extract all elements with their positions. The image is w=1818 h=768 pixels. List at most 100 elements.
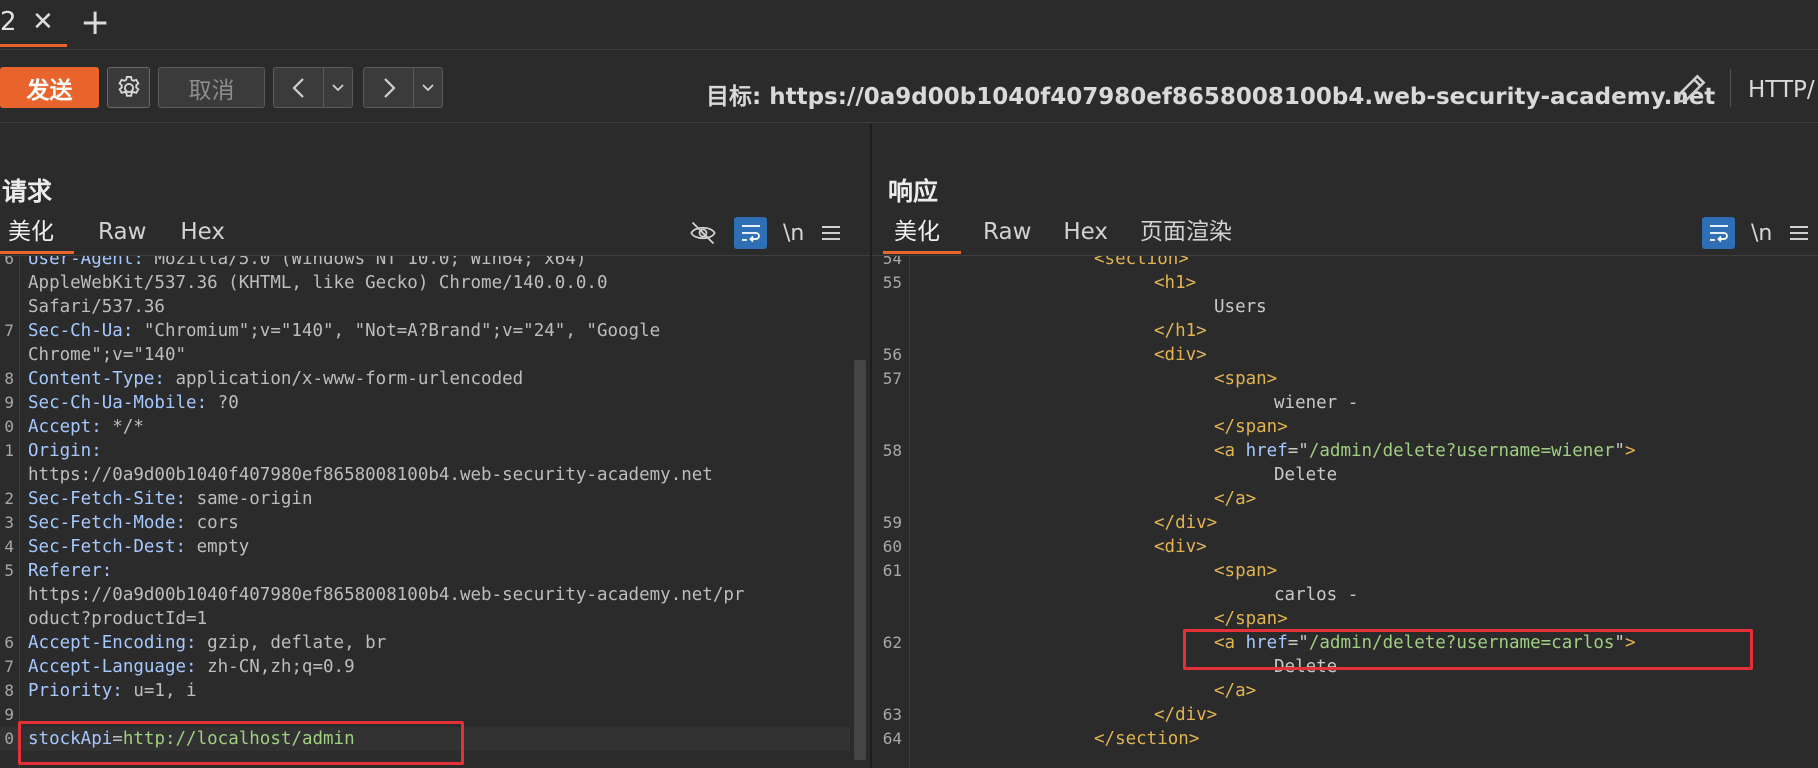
line-code: Referer: xyxy=(28,561,113,581)
request-tab-pretty[interactable]: 美化 xyxy=(0,214,74,254)
line-code: </div> xyxy=(1154,705,1218,725)
pencil-icon xyxy=(1676,74,1706,104)
line-number: 0 xyxy=(4,417,14,436)
line-code: https://0a9d00b1040f407980ef8658008100b4… xyxy=(28,585,745,605)
line-number: 2 xyxy=(4,489,14,508)
response-tab-raw[interactable]: Raw xyxy=(973,214,1041,254)
line-code: Chrome";v="140" xyxy=(28,345,187,365)
response-line: </a> xyxy=(872,487,1818,511)
menu-button[interactable] xyxy=(1788,217,1810,249)
line-code: </a> xyxy=(1214,489,1257,509)
line-number: 8 xyxy=(4,369,14,388)
line-number: 58 xyxy=(882,441,902,460)
line-number: 4 xyxy=(4,537,14,556)
line-code: <div> xyxy=(1154,537,1207,557)
line-code: <span> xyxy=(1214,561,1278,581)
show-newlines-button[interactable]: \n xyxy=(783,217,804,249)
back-button[interactable] xyxy=(273,67,324,108)
request-line: 6 User-Agent: Mozilla/5.0 (Windows NT 10.… xyxy=(0,256,850,271)
request-line: Chrome";v="140" xyxy=(0,343,850,367)
line-number: 59 xyxy=(882,513,902,532)
response-line: </h1> xyxy=(872,319,1818,343)
response-line: carlos - xyxy=(872,583,1818,607)
wrap-lines-button[interactable] xyxy=(1702,217,1735,249)
response-line: 56 <div> xyxy=(872,343,1818,367)
request-tab-raw[interactable]: Raw xyxy=(88,214,156,254)
request-line: https://0a9d00b1040f407980ef8658008100b4… xyxy=(0,583,850,607)
forward-history-dropdown[interactable] xyxy=(414,67,443,108)
wrap-icon xyxy=(1709,225,1728,243)
show-newlines-button[interactable]: \n xyxy=(1751,217,1772,249)
wrap-lines-button[interactable] xyxy=(734,217,767,249)
menu-button[interactable] xyxy=(820,217,842,249)
line-code: Origin: xyxy=(28,441,102,461)
request-scrollbar[interactable] xyxy=(854,360,866,760)
line-code: Accept: */* xyxy=(28,417,144,437)
line-code: oduct?productId=1 xyxy=(28,609,208,629)
response-line: wiener - xyxy=(872,391,1818,415)
request-title: 请求 xyxy=(2,177,53,206)
http-version-selector[interactable]: HTTP/ xyxy=(1748,77,1815,103)
line-number: 63 xyxy=(882,705,902,724)
hide-non-printable-button[interactable] xyxy=(688,217,718,249)
line-number: 6 xyxy=(4,633,14,652)
line-number: 60 xyxy=(882,537,902,556)
line-code: Delete xyxy=(1274,465,1338,485)
close-icon[interactable]: ✕ xyxy=(32,9,54,35)
response-tab-hex[interactable]: Hex xyxy=(1053,214,1118,254)
line-number: 61 xyxy=(882,561,902,580)
response-line: </a> xyxy=(872,679,1818,703)
response-tools: \n xyxy=(1686,216,1810,250)
line-number: 56 xyxy=(882,345,902,364)
line-number: 9 xyxy=(4,393,14,412)
line-number: 57 xyxy=(882,369,902,388)
response-line: 60 <div> xyxy=(872,535,1818,559)
line-code: wiener - xyxy=(1274,393,1359,413)
request-line: https://0a9d00b1040f407980ef8658008100b4… xyxy=(0,463,850,487)
response-editor[interactable]: 54 <section> 55 <h1> Users </h1> 56 <div> 57 <spa… xyxy=(872,256,1818,768)
request-tools: \n xyxy=(672,216,842,250)
tab-bar: 2 ✕ + xyxy=(0,0,1818,50)
hamburger-menu-icon xyxy=(1790,226,1809,240)
edit-target-button[interactable] xyxy=(1672,70,1710,112)
settings-button[interactable] xyxy=(107,67,150,108)
line-code: <div> xyxy=(1154,345,1207,365)
line-code: <section> xyxy=(1094,256,1189,269)
response-line: 55 <h1> xyxy=(872,271,1818,295)
send-button[interactable]: 发送 xyxy=(0,67,99,108)
toolbar: 发送 取消 目标: https://0a9d00b1040f407980ef86… xyxy=(0,51,1818,123)
request-line: 1 Origin: xyxy=(0,439,850,463)
cancel-button[interactable]: 取消 xyxy=(158,67,265,108)
line-code: AppleWebKit/537.36 (KHTML, like Gecko) C… xyxy=(28,273,608,293)
request-editor[interactable]: 6 User-Agent: Mozilla/5.0 (Windows NT 10.… xyxy=(0,256,870,768)
line-number: 7 xyxy=(4,321,14,340)
line-code: <a href="/admin/delete?username=wiener"> xyxy=(1214,441,1636,461)
response-line: Delete xyxy=(872,463,1818,487)
response-line: 64 </section> xyxy=(872,727,1818,751)
highlight-box-request-param xyxy=(18,721,464,765)
line-number: 1 xyxy=(4,441,14,460)
line-code: Users xyxy=(1214,297,1267,317)
target-url: https://0a9d00b1040f407980ef8658008100b4… xyxy=(769,84,1716,110)
response-tab-pretty[interactable]: 美化 xyxy=(883,214,961,254)
request-line: AppleWebKit/537.36 (KHTML, like Gecko) C… xyxy=(0,271,850,295)
response-line: </span> xyxy=(872,607,1818,631)
tab-repeater-2[interactable]: 2 ✕ xyxy=(0,0,67,47)
line-code: <h1> xyxy=(1154,273,1197,293)
line-code: Sec-Ch-Ua-Mobile: ?0 xyxy=(28,393,239,413)
line-number: 9 xyxy=(4,705,14,724)
response-title: 响应 xyxy=(888,177,939,206)
forward-button[interactable] xyxy=(363,67,414,108)
response-tab-render[interactable]: 页面渲染 xyxy=(1130,214,1242,254)
response-pane: 响应 美化 Raw Hex 页面渲染 \n 54 <section> 55 <h1> U… xyxy=(872,124,1818,768)
line-code: Sec-Fetch-Mode: cors xyxy=(28,513,239,533)
request-tab-hex[interactable]: Hex xyxy=(170,214,235,254)
line-code: carlos - xyxy=(1274,585,1359,605)
line-number: 54 xyxy=(882,256,902,268)
back-history-dropdown[interactable] xyxy=(324,67,353,108)
line-number: 64 xyxy=(882,729,902,748)
add-tab-icon[interactable]: + xyxy=(80,5,110,41)
line-number: 8 xyxy=(4,681,14,700)
request-line: 7 Accept-Language: zh-CN,zh;q=0.9 xyxy=(0,655,850,679)
line-code: Sec-Ch-Ua: "Chromium";v="140", "Not=A?Br… xyxy=(28,321,661,341)
